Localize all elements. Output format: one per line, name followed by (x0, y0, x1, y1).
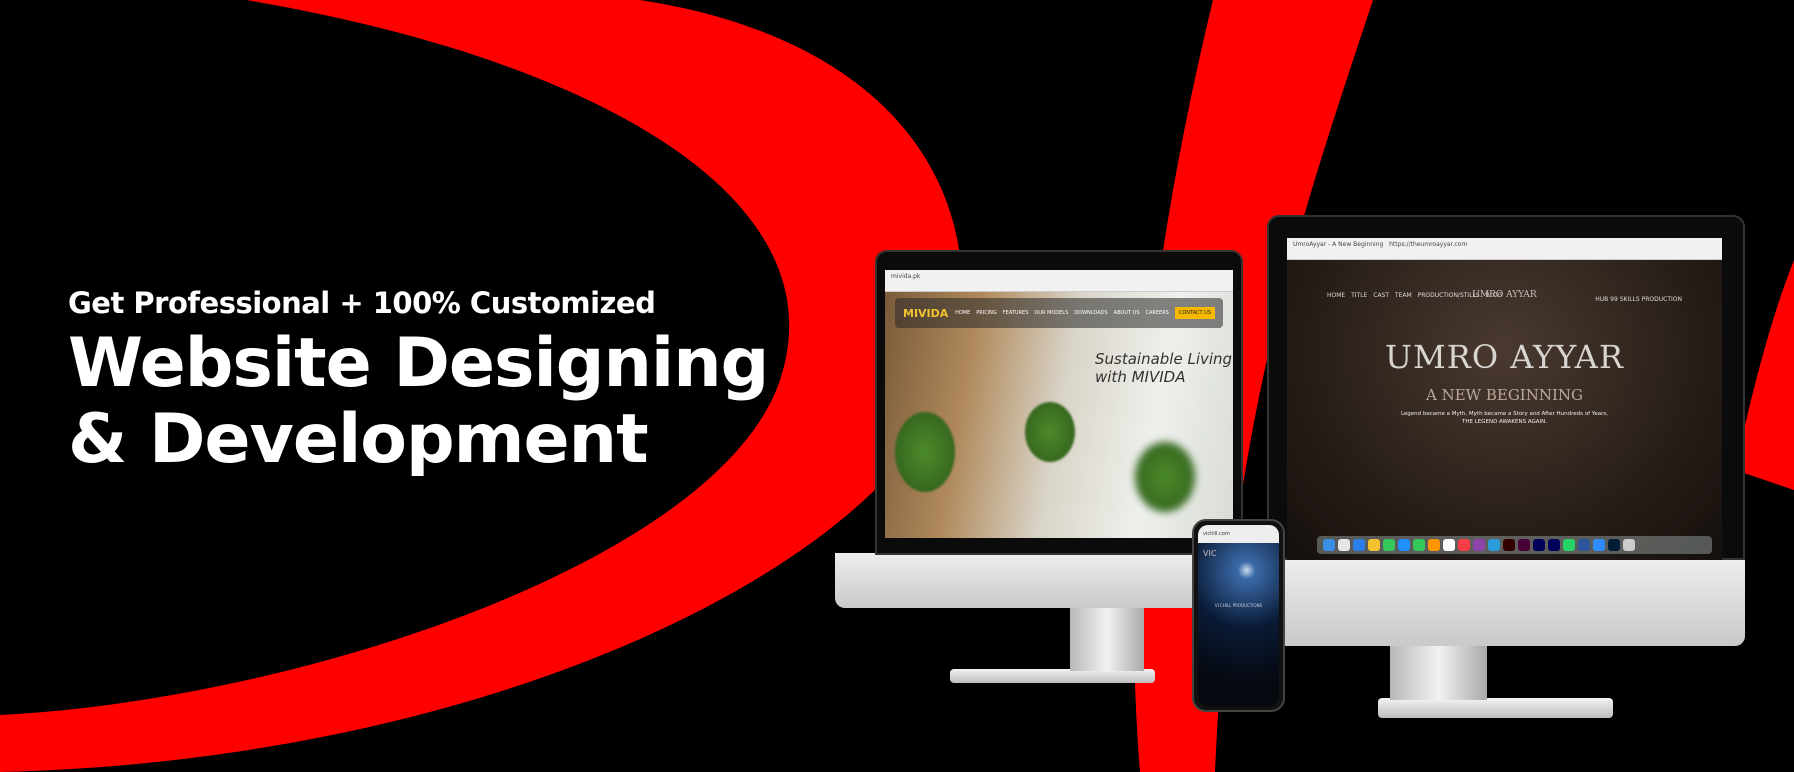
browser-tab[interactable]: UmroAyyar - A New Beginning (1293, 241, 1383, 248)
app-icon[interactable] (1563, 539, 1575, 551)
site-navbar: MIVIDA HOME PRICING FEATURES OUR MODELS … (895, 298, 1223, 328)
nav-item[interactable]: CAREERS (1146, 310, 1169, 316)
nav-item[interactable]: ABOUT US (1114, 310, 1140, 316)
trash-icon[interactable] (1623, 539, 1635, 551)
app-icon[interactable] (1443, 539, 1455, 551)
app-icon[interactable] (1473, 539, 1485, 551)
app-icon[interactable] (1458, 539, 1470, 551)
hero-image (885, 292, 1233, 538)
smartphone: vichill.com VIC VI CHILL PRODUCTIONS (1192, 519, 1285, 712)
app-icon[interactable] (1353, 539, 1365, 551)
plant-image (1135, 442, 1195, 512)
app-icon[interactable] (1428, 539, 1440, 551)
phone-heading: VI CHILL PRODUCTIONS (1214, 603, 1263, 608)
monitor-stand-base (1378, 698, 1613, 718)
tagline-line: Sustainable Living (1095, 350, 1233, 368)
hero-text-line: THE LEGEND AWAKENS AGAIN. (1461, 419, 1548, 425)
hero-text: Legend became a Myth, Myth became a Stor… (1287, 410, 1722, 426)
monitor-stand-base (950, 669, 1155, 683)
mivida-website-screen: mivida.pk MIVIDA HOME PRICING FEATURES O… (885, 270, 1233, 538)
app-icon[interactable] (1383, 539, 1395, 551)
nav-item[interactable]: FEATURES (1003, 310, 1029, 316)
headline-line-2: & Development (68, 400, 649, 479)
app-icon[interactable] (1593, 539, 1605, 551)
address-bar[interactable]: https://theumroayyar.com (1389, 241, 1467, 248)
app-icon[interactable] (1578, 539, 1590, 551)
app-icon[interactable] (1608, 539, 1620, 551)
hero-subtitle: A NEW BEGINNING (1425, 386, 1584, 404)
app-icon[interactable] (1548, 539, 1560, 551)
app-icon[interactable] (1518, 539, 1530, 551)
plant-image (1025, 402, 1075, 462)
hero-tagline: Sustainable Living with MIVIDA (1095, 350, 1232, 386)
hero-background: HOME TITLE CAST TEAM PRODUCTION/STILLS B… (1287, 260, 1722, 560)
app-icon[interactable] (1338, 539, 1350, 551)
nav-item[interactable]: OUR MODELS (1034, 310, 1068, 316)
address-bar[interactable]: mivida.pk (891, 273, 920, 280)
nav-item[interactable]: DOWNLOADS (1074, 310, 1107, 316)
browser-chrome: mivida.pk (885, 270, 1233, 292)
mivida-logo[interactable]: MIVIDA (903, 307, 948, 320)
app-icon[interactable] (1488, 539, 1500, 551)
umroayyar-logo: UMRO AYYAR (1384, 338, 1624, 376)
nav-item[interactable]: HOME (955, 310, 970, 316)
mac-dock (1317, 536, 1712, 554)
monitor-neck (1390, 644, 1487, 700)
tagline-line: with MIVIDA (1095, 368, 1186, 386)
app-icon[interactable] (1503, 539, 1515, 551)
app-icon[interactable] (1413, 539, 1425, 551)
phone-screen: vichill.com VIC VI CHILL PRODUCTIONS (1198, 525, 1279, 706)
vic-logo: VIC (1203, 549, 1217, 558)
app-icon[interactable] (1323, 539, 1335, 551)
contact-button[interactable]: CONTACT US (1174, 307, 1215, 319)
plant-image (895, 412, 955, 492)
production-link[interactable]: HUB 99 SKILLS PRODUCTION (1595, 296, 1682, 303)
browser-chrome: UmroAyyar - A New Beginning https://theu… (1287, 238, 1722, 260)
umroayyar-website-screen: UmroAyyar - A New Beginning https://theu… (1287, 238, 1722, 560)
app-icon[interactable] (1398, 539, 1410, 551)
monitor-neck (1070, 606, 1144, 671)
monitor-chin (1267, 558, 1745, 646)
nav-item[interactable]: PRICING (976, 310, 997, 316)
app-icon[interactable] (1368, 539, 1380, 551)
hero-text-line: Legend became a Myth, Myth became a Stor… (1400, 411, 1609, 417)
subheadline: Get Professional + 100% Customized (68, 286, 656, 320)
app-icon[interactable] (1533, 539, 1545, 551)
monitor-chin (835, 553, 1243, 608)
headline-line-1: Website Designing (68, 324, 769, 403)
phone-address-bar[interactable]: vichill.com (1198, 525, 1279, 543)
